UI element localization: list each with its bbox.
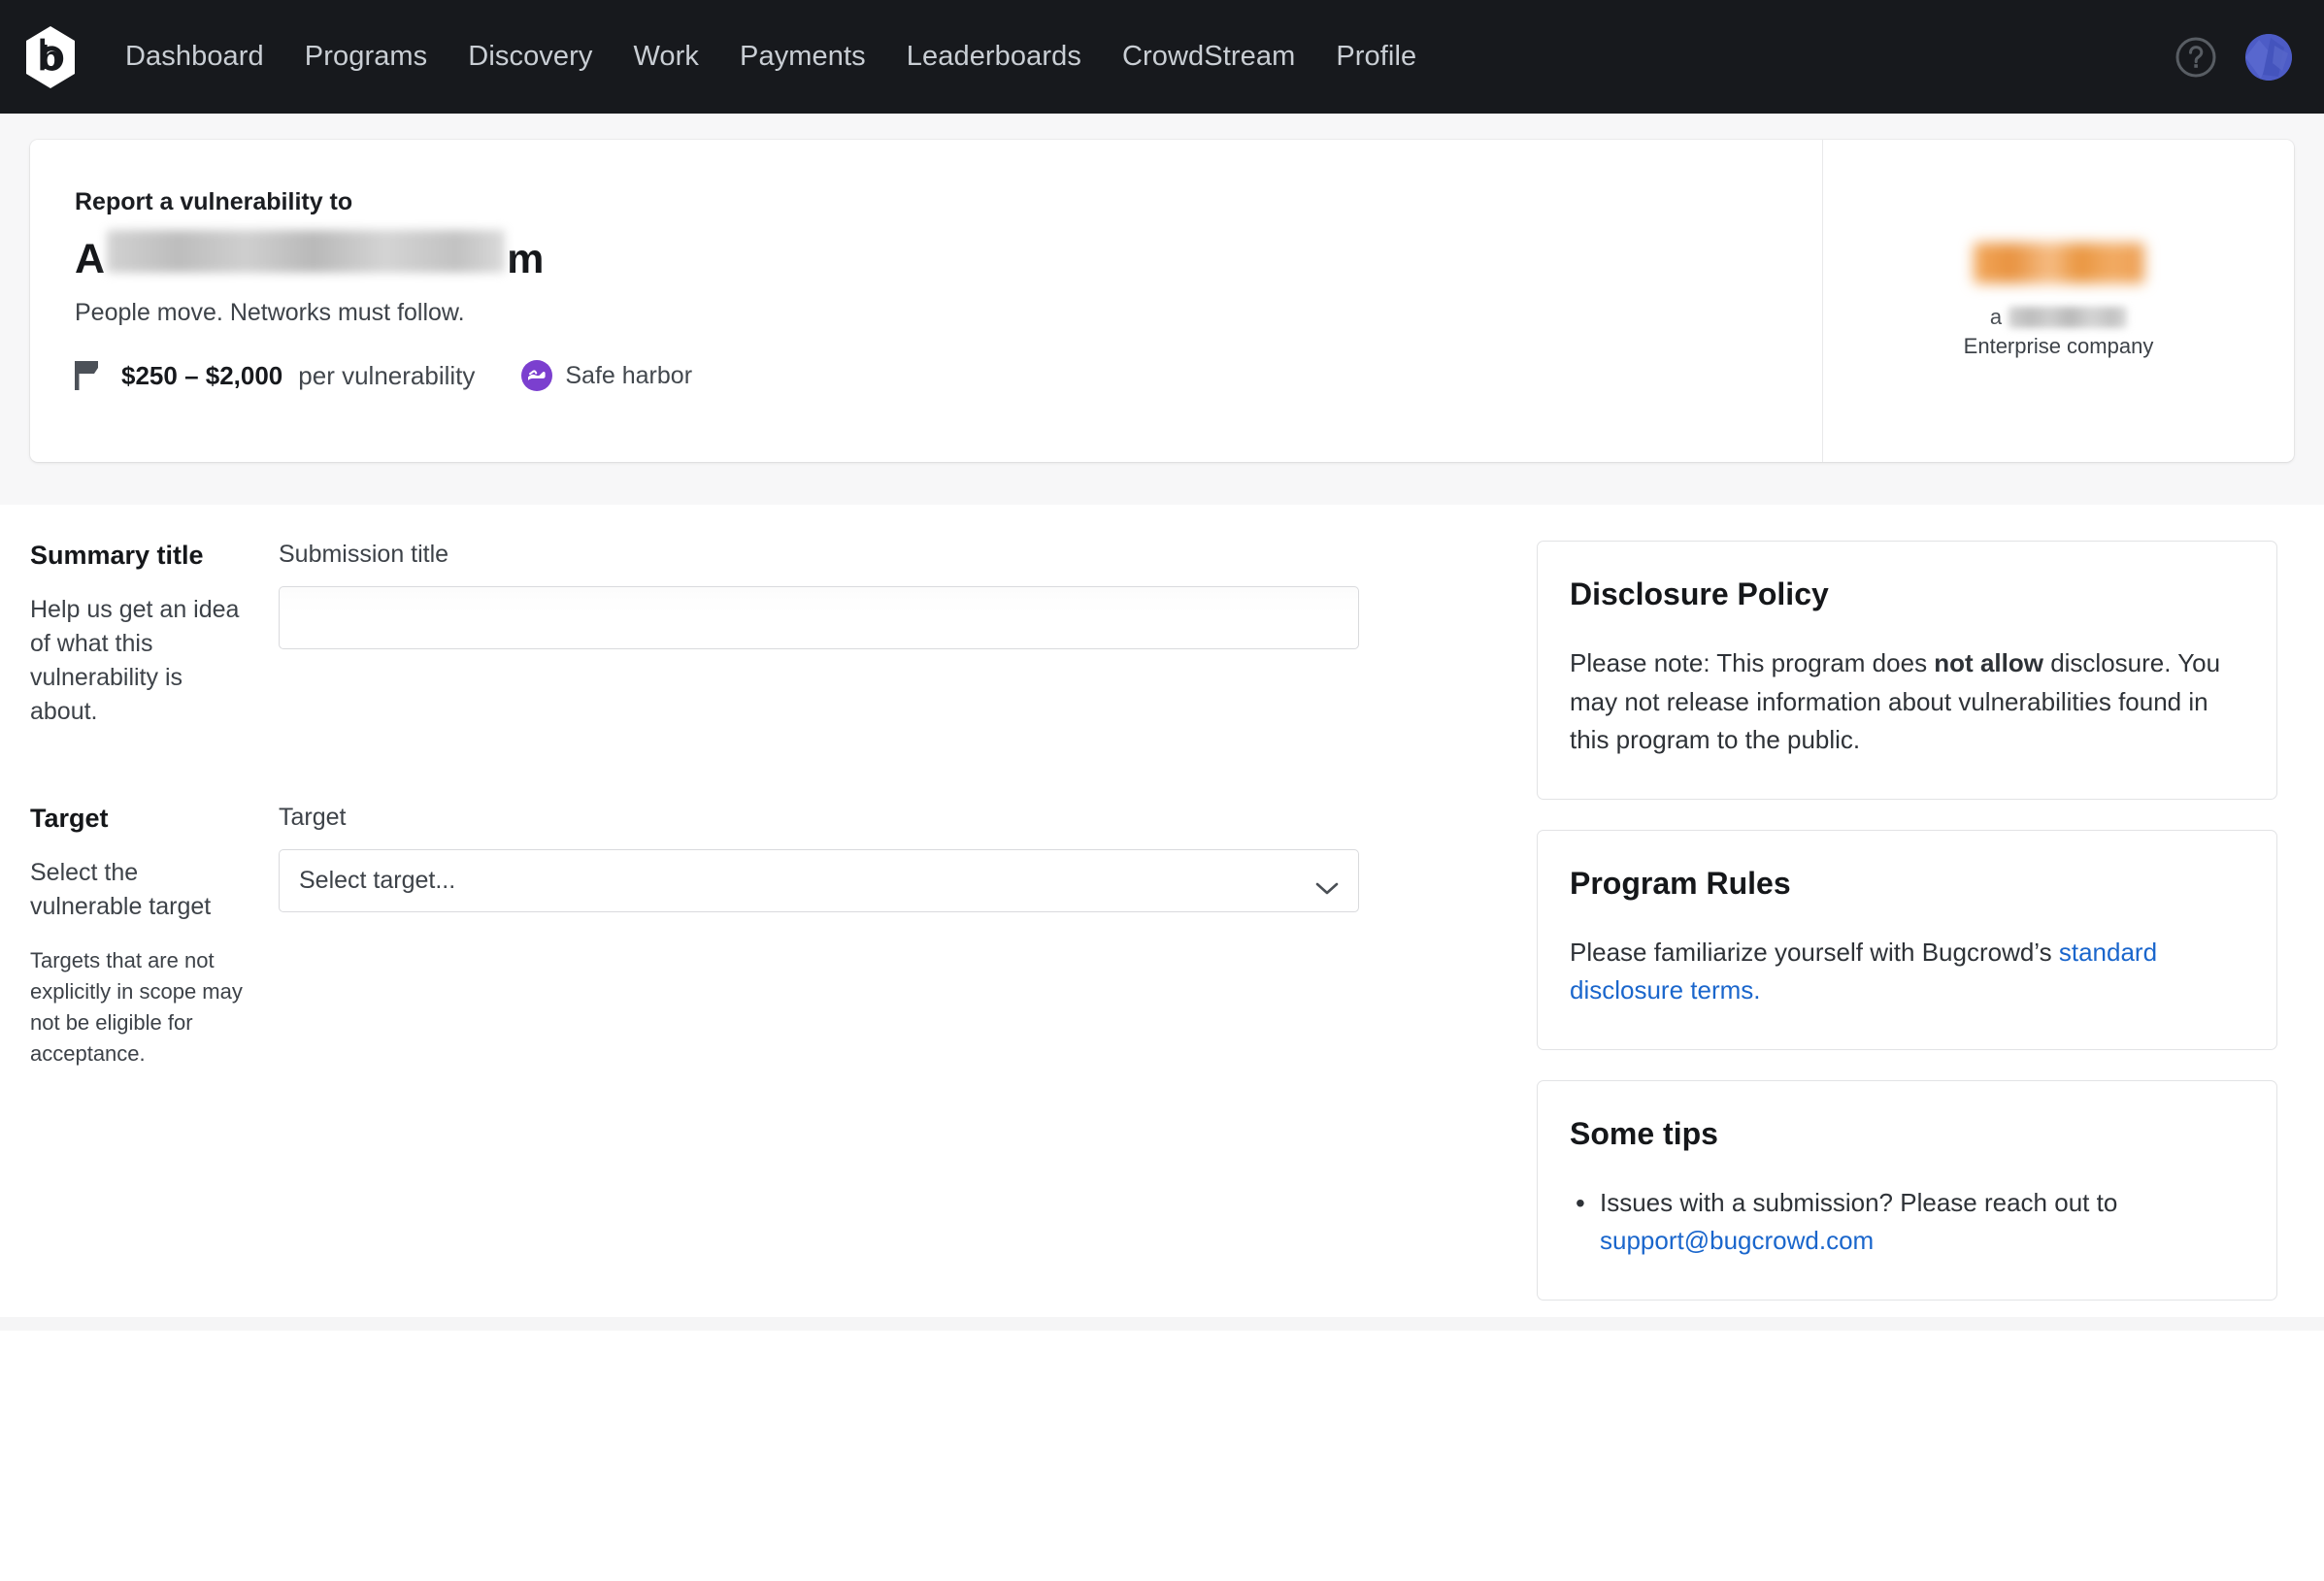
- question-mark-circle-icon[interactable]: [2174, 35, 2218, 80]
- safe-harbor-shield-icon: [521, 360, 553, 392]
- program-logo-pane: a Enterprise company: [1822, 140, 2294, 462]
- target-label: Target: [279, 804, 347, 831]
- nav-item-dashboard[interactable]: Dashboard: [105, 31, 284, 82]
- submission-title-input[interactable]: [279, 586, 1359, 649]
- user-avatar-icon[interactable]: [2245, 33, 2292, 81]
- summary-section-title: Summary title: [30, 541, 204, 570]
- nav-item-programs[interactable]: Programs: [284, 31, 448, 82]
- program-header-band: Report a vulnerability to A m People mov…: [0, 114, 2324, 505]
- program-parent-company-line: a: [1989, 305, 2128, 330]
- disclosure-policy-card: Disclosure Policy Please note: This prog…: [1537, 541, 2277, 800]
- nav-item-crowdstream[interactable]: CrowdStream: [1102, 31, 1315, 82]
- program-info: Report a vulnerability to A m People mov…: [30, 140, 1822, 462]
- page-body: Summary title Help us get an idea of wha…: [0, 505, 2324, 1331]
- some-tips-card: Some tips Issues with a submission? Plea…: [1537, 1079, 2277, 1301]
- svg-text:b: b: [41, 40, 61, 77]
- top-navigation-bar: b Dashboard Programs Discovery Work Paym…: [0, 0, 2324, 114]
- support-email-link[interactable]: support@bugcrowd.com: [1600, 1226, 1874, 1255]
- disclosure-policy-body: Please note: This program does not allow…: [1570, 644, 2244, 760]
- program-rules-body: Please familiarize yourself with Bugcrow…: [1570, 934, 2244, 1010]
- program-tagline: People move. Networks must follow.: [75, 299, 465, 327]
- target-section-description: Select the vulnerable target: [30, 859, 212, 920]
- some-tips-title: Some tips: [1570, 1115, 1718, 1151]
- target-select-value: Select target...: [299, 867, 456, 894]
- submission-form: Summary title Help us get an idea of wha…: [0, 505, 1519, 1331]
- nav-item-discovery[interactable]: Discovery: [448, 31, 613, 82]
- form-section-target: Target Select the vulnerable target Targ…: [30, 750, 1519, 1070]
- disclosure-policy-title: Disclosure Policy: [1570, 576, 1829, 611]
- chevron-down-icon: [1315, 874, 1339, 894]
- page-bottom-edge: [0, 1316, 2324, 1331]
- nav-item-profile[interactable]: Profile: [1315, 31, 1437, 82]
- program-parent-suffix: Enterprise company: [1963, 334, 2154, 358]
- bounty-row: $250 – $2,000 per vulnerability Safe har…: [75, 360, 1777, 392]
- program-title-redacted: [107, 230, 506, 273]
- info-sidebar: Disclosure Policy Please note: This prog…: [1537, 505, 2277, 1331]
- disclosure-text-1: Please note: This program does: [1570, 648, 1935, 677]
- some-tips-list: Issues with a submission? Please reach o…: [1570, 1183, 2244, 1261]
- summary-description-column: Summary title Help us get an idea of wha…: [30, 541, 279, 750]
- nav-item-leaderboards[interactable]: Leaderboards: [886, 31, 1102, 82]
- program-title-prefix: A: [75, 236, 106, 282]
- program-title: A m: [75, 230, 1777, 283]
- bounty-per-label: per vulnerability: [298, 360, 476, 390]
- submission-title-label: Submission title: [279, 541, 449, 568]
- safe-harbor-badge: Safe harbor: [521, 360, 693, 392]
- target-section-note: Targets that are not explicitly in scope…: [30, 948, 243, 1066]
- target-field-column: Target Select target...: [279, 804, 1519, 1070]
- program-rules-card: Program Rules Please familiarize yoursel…: [1537, 829, 2277, 1050]
- bugcrowd-logo-icon[interactable]: b: [23, 25, 78, 89]
- program-rules-text: Please familiarize yourself with Bugcrow…: [1570, 937, 2059, 967]
- flag-icon: [75, 361, 100, 391]
- summary-section-description: Help us get an idea of what this vulnera…: [30, 596, 240, 725]
- primary-nav-links: Dashboard Programs Discovery Work Paymen…: [105, 31, 1437, 82]
- program-parent-redacted: [2009, 307, 2128, 328]
- form-section-summary-title: Summary title Help us get an idea of wha…: [30, 505, 1519, 750]
- program-title-suffix: m: [507, 236, 545, 282]
- list-item: Issues with a submission? Please reach o…: [1570, 1183, 2244, 1261]
- program-rules-title: Program Rules: [1570, 865, 1791, 901]
- disclosure-text-bold: not allow: [1934, 648, 2043, 677]
- nav-item-payments[interactable]: Payments: [719, 31, 886, 82]
- program-summary-card: Report a vulnerability to A m People mov…: [30, 140, 2294, 462]
- target-description-column: Target Select the vulnerable target Targ…: [30, 804, 279, 1070]
- safe-harbor-label: Safe harbor: [565, 361, 693, 389]
- nav-right-actions: [2174, 33, 2292, 81]
- program-logo-image-redacted: [1973, 243, 2144, 283]
- report-to-label: Report a vulnerability to: [75, 188, 353, 215]
- target-section-title: Target: [30, 804, 109, 833]
- bounty-amount: $250 – $2,000: [121, 360, 283, 390]
- target-select[interactable]: Select target...: [279, 849, 1359, 912]
- nav-item-work[interactable]: Work: [613, 31, 719, 82]
- summary-field-column: Submission title: [279, 541, 1519, 750]
- program-parent-prefix: a: [1989, 305, 2003, 329]
- tip-1-text: Issues with a submission? Please reach o…: [1600, 1187, 2118, 1217]
